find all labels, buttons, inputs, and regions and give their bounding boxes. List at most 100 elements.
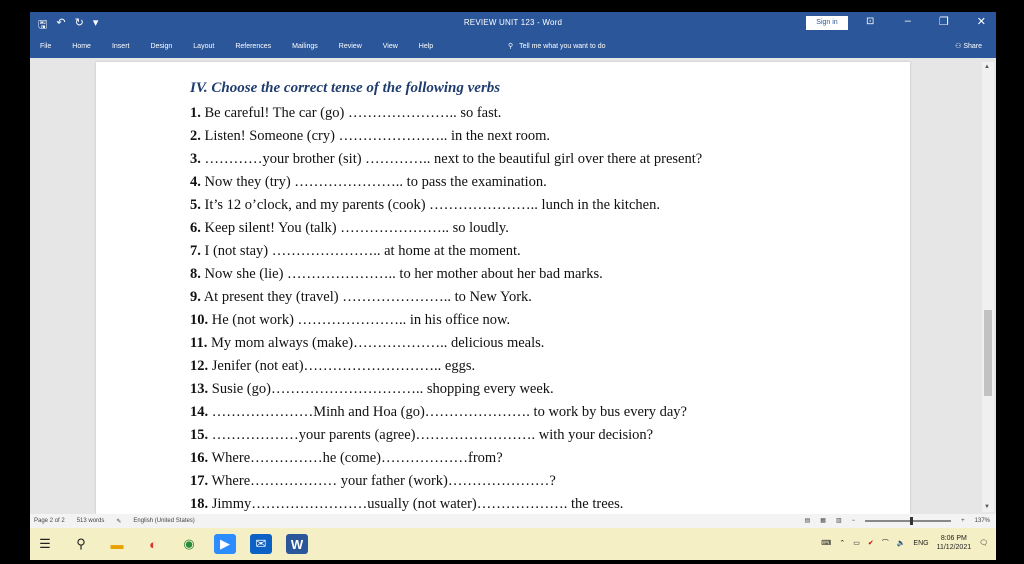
tab-home[interactable]: Home bbox=[72, 43, 91, 50]
network-icon[interactable]: ⌒ bbox=[882, 538, 889, 548]
chrome-icon[interactable]: ◉ bbox=[178, 534, 200, 554]
share-button[interactable]: ⚇ Share bbox=[955, 42, 982, 50]
ribbon-tabs: File Home Insert Design Layout Reference… bbox=[30, 34, 996, 58]
exercise-number: 14. bbox=[190, 404, 209, 420]
exercise-number: 2. bbox=[190, 128, 201, 144]
tab-insert[interactable]: Insert bbox=[112, 43, 130, 50]
restore-button[interactable]: ❐ bbox=[939, 15, 949, 28]
exercise-item: 13. Susie (go)………………………….. shopping ever… bbox=[190, 378, 890, 401]
battery-icon[interactable]: ▭ bbox=[853, 539, 860, 547]
zoom-app-icon[interactable]: ▶ bbox=[214, 534, 236, 554]
sign-in-button[interactable]: Sign in bbox=[806, 16, 848, 30]
proofing-icon[interactable]: ✎ bbox=[116, 518, 121, 525]
tab-mailings[interactable]: Mailings bbox=[292, 43, 318, 50]
exercise-item: 2. Listen! Someone (cry) ………………….. in th… bbox=[190, 125, 890, 148]
zoom-out-button[interactable]: − bbox=[852, 518, 856, 524]
clock-time: 8:06 PM bbox=[940, 535, 967, 542]
input-language[interactable]: ENG bbox=[913, 540, 928, 547]
exercise-item: 11. My mom always (make)……………….. delicio… bbox=[190, 332, 890, 355]
exercise-item: 4. Now they (try) ………………….. to pass the … bbox=[190, 171, 890, 194]
exercise-item: 7. I (not stay) ………………….. at home at the… bbox=[190, 240, 890, 263]
exercise-text: Where……………he (come)………………from? bbox=[211, 450, 503, 466]
zalo-icon[interactable]: ◐ bbox=[142, 534, 164, 554]
tab-references[interactable]: References bbox=[235, 43, 271, 50]
exercise-item: 5. It’s 12 o’clock, and my parents (cook… bbox=[190, 194, 890, 217]
tab-file[interactable]: File bbox=[40, 43, 51, 50]
exercise-text: Be careful! The car (go) ………………….. so fa… bbox=[204, 105, 502, 121]
document-area: IV. Choose the correct tense of the foll… bbox=[30, 58, 996, 514]
tab-view[interactable]: View bbox=[383, 43, 398, 50]
exercise-number: 3. bbox=[190, 151, 201, 167]
exercise-text: ………………your parents (agree)……………………. with… bbox=[211, 427, 654, 443]
clock[interactable]: 8:06 PM 11/12/2021 bbox=[937, 534, 972, 552]
exercise-text: Keep silent! You (talk) ………………….. so lou… bbox=[204, 220, 509, 236]
language-indicator[interactable]: English (United States) bbox=[133, 518, 194, 525]
word-icon[interactable]: W bbox=[286, 534, 308, 554]
zoom-level[interactable]: 137% bbox=[975, 518, 990, 524]
antivirus-icon[interactable]: ✔ bbox=[868, 539, 874, 547]
window-title: REVIEW UNIT 123 - Word bbox=[463, 18, 563, 27]
exercise-item: 18. Jimmy……………………usually (not water)…………… bbox=[190, 493, 890, 514]
exercise-number: 11. bbox=[190, 335, 208, 351]
exercise-text: Jimmy……………………usually (not water)………………. … bbox=[211, 496, 624, 512]
exercise-number: 7. bbox=[190, 243, 201, 259]
volume-icon[interactable]: 🔈 bbox=[897, 539, 906, 547]
exercise-text: I (not stay) ………………….. at home at the mo… bbox=[204, 243, 521, 259]
zoom-slider[interactable] bbox=[865, 516, 952, 525]
exercise-text: Jenifer (not eat)……………………….. eggs. bbox=[211, 358, 476, 374]
exercise-text: Now they (try) ………………….. to pass the exa… bbox=[204, 174, 547, 190]
exercise-item: 8. Now she (lie) ………………….. to her mother… bbox=[190, 263, 890, 286]
search-icon[interactable]: ⚲ bbox=[70, 534, 92, 554]
person-icon: ⚇ bbox=[955, 43, 962, 50]
start-icon[interactable]: ☰ bbox=[34, 534, 56, 554]
exercise-text: He (not work) ………………….. in his office no… bbox=[211, 312, 511, 328]
web-layout-icon[interactable]: ▥ bbox=[836, 517, 842, 524]
show-hidden-icons[interactable]: ⌃ bbox=[839, 539, 845, 547]
scrollbar-thumb[interactable] bbox=[984, 310, 992, 396]
exercise-number: 5. bbox=[190, 197, 201, 213]
ribbon-display-options-icon[interactable]: ⊡ bbox=[866, 16, 874, 27]
clock-date: 11/12/2021 bbox=[936, 544, 972, 551]
page-count[interactable]: Page 2 of 2 bbox=[34, 518, 65, 525]
title-bar: 🖫 ↶ ↻ ▾ REVIEW UNIT 123 - Word Sign in ⊡… bbox=[30, 12, 996, 34]
scroll-up-icon[interactable]: ▲ bbox=[984, 64, 990, 70]
file-explorer-icon[interactable]: ▬ bbox=[106, 534, 128, 554]
tab-layout[interactable]: Layout bbox=[193, 43, 214, 50]
vertical-scrollbar[interactable]: ▲ ▼ bbox=[982, 62, 994, 512]
minimize-button[interactable]: – bbox=[905, 15, 911, 28]
exercise-item: 9. At present they (travel) ………………….. to… bbox=[190, 286, 890, 309]
tab-help[interactable]: Help bbox=[419, 43, 433, 50]
zoom-in-button[interactable]: + bbox=[961, 518, 965, 524]
exercise-number: 10. bbox=[190, 312, 209, 328]
close-button[interactable]: ✕ bbox=[977, 15, 986, 28]
exercise-text: At present they (travel) ………………….. to Ne… bbox=[203, 289, 532, 305]
exercise-number: 8. bbox=[190, 266, 201, 282]
system-tray: ⌨ ⌃ ▭ ✔ ⌒ 🔈 ENG 8:06 PM 11/12/2021 🗨 bbox=[821, 534, 988, 552]
zoom-slider-knob[interactable] bbox=[909, 516, 913, 525]
exercise-number: 17. bbox=[190, 473, 209, 489]
scroll-down-icon[interactable]: ▼ bbox=[984, 504, 990, 510]
tab-design[interactable]: Design bbox=[150, 43, 172, 50]
exercise-number: 9. bbox=[190, 289, 201, 305]
exercise-item: 12. Jenifer (not eat)……………………….. eggs. bbox=[190, 355, 890, 378]
tell-me-search[interactable]: ⚲ Tell me what you want to do bbox=[508, 42, 606, 51]
exercise-number: 13. bbox=[190, 381, 209, 397]
exercise-item: 6. Keep silent! You (talk) ………………….. so … bbox=[190, 217, 890, 240]
exercise-heading: IV. Choose the correct tense of the foll… bbox=[190, 80, 501, 96]
exercise-text: Susie (go)………………………….. shopping every we… bbox=[211, 381, 554, 397]
window-controls: – ❐ ✕ bbox=[905, 15, 986, 28]
exercise-item: 17. Where……………… your father (work)………………… bbox=[190, 470, 890, 493]
focus-mode-icon[interactable]: ▤ bbox=[805, 517, 811, 524]
outlook-icon[interactable]: ✉ bbox=[250, 534, 272, 554]
exercise-text: Now she (lie) ………………….. to her mother ab… bbox=[204, 266, 603, 282]
notifications-icon[interactable]: 🗨 bbox=[979, 539, 988, 547]
tab-review[interactable]: Review bbox=[339, 43, 362, 50]
touch-keyboard-icon[interactable]: ⌨ bbox=[821, 539, 831, 547]
exercise-number: 12. bbox=[190, 358, 209, 374]
document-page[interactable]: IV. Choose the correct tense of the foll… bbox=[96, 62, 910, 514]
exercise-item: 15. ………………your parents (agree)……………………. … bbox=[190, 424, 890, 447]
taskbar: ☰ ⚲ ▬ ◐ ◉ ▶ ✉ W ⌨ ⌃ ▭ ✔ ⌒ 🔈 ENG 8:06 PM … bbox=[30, 528, 996, 560]
exercise-text: …………………Minh and Hoa (go)…………………. to work… bbox=[211, 404, 687, 420]
print-layout-icon[interactable]: ▦ bbox=[820, 517, 826, 524]
word-count[interactable]: 513 words bbox=[77, 518, 105, 525]
